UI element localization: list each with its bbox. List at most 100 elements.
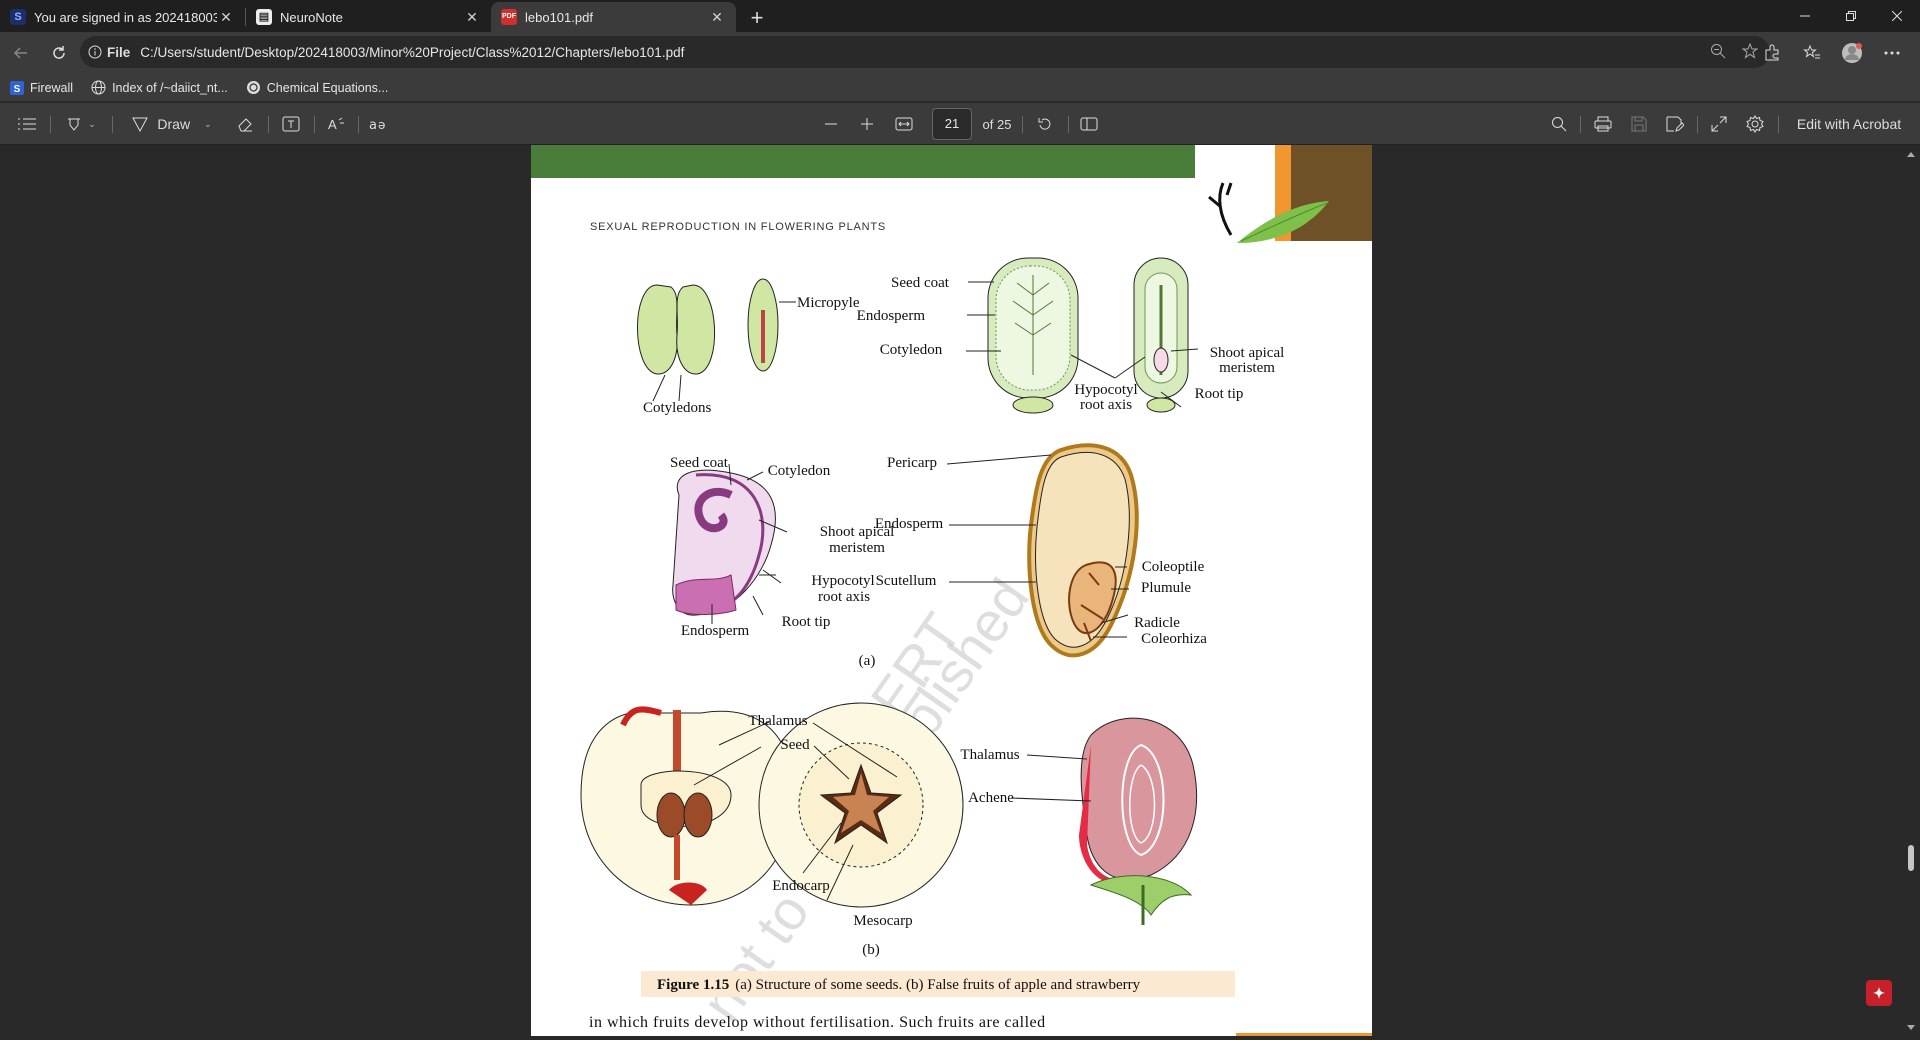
draw-button[interactable]: Draw ⌄: [124, 103, 219, 145]
save-as-icon: [1666, 116, 1684, 132]
full-screen-button[interactable]: [1704, 103, 1734, 145]
close-tab-icon[interactable]: ✕: [217, 9, 235, 26]
label-micropyle: Micropyle: [797, 295, 860, 311]
settings-button[interactable]: [1740, 103, 1770, 145]
label-seed-coat: Seed coat: [891, 275, 950, 291]
restore-icon: [1846, 11, 1856, 21]
profile-button[interactable]: [1834, 42, 1870, 64]
close-icon: [1892, 11, 1902, 21]
favorites-button[interactable]: [1794, 44, 1830, 62]
fit-to-page-button[interactable]: [889, 103, 919, 145]
text-box-icon: [282, 116, 300, 132]
pdf-toolbar: ⌄ Draw ⌄ A aə 21 of 25 Edit with Acrobat: [0, 103, 1920, 145]
printer-icon: [1594, 116, 1612, 132]
minimize-button[interactable]: [1782, 0, 1828, 32]
zoom-in-button[interactable]: [853, 103, 881, 145]
tab-pdf[interactable]: PDF lebo101.pdf ✕: [491, 2, 736, 32]
eraser-icon: [238, 118, 252, 132]
toolbar-divider: [1778, 116, 1779, 133]
chevron-down-icon: ⌄: [204, 118, 212, 129]
search-icon: [1552, 117, 1567, 132]
find-button[interactable]: [1544, 103, 1574, 145]
vertical-scrollbar[interactable]: [1902, 145, 1920, 1040]
label-mesocarp: Mesocarp: [853, 913, 912, 929]
pdf-viewer[interactable]: SEXUAL REPRODUCTION IN FLOWERING PLANTS …: [0, 145, 1920, 1040]
extensions-button[interactable]: [1754, 44, 1790, 62]
edit-with-acrobat-button[interactable]: Edit with Acrobat: [1786, 103, 1912, 145]
rotate-button[interactable]: [1030, 103, 1060, 145]
erase-button[interactable]: [230, 103, 260, 145]
chevron-down-icon: ⌄: [88, 118, 96, 129]
label-shoot-castor: Shoot apical: [1210, 345, 1285, 361]
header-green-band: [531, 145, 1195, 178]
browser-actions: [1754, 32, 1920, 74]
toolbar-divider: [50, 116, 51, 133]
close-tab-icon[interactable]: ✕: [463, 9, 481, 26]
acrobat-icon[interactable]: ✦: [1866, 980, 1892, 1006]
label-endosperm-maize: Endosperm: [875, 516, 944, 532]
pdf-file-icon: PDF: [501, 9, 517, 25]
translate-icon: aə: [369, 118, 385, 132]
label-scutellum: Scutellum: [876, 573, 937, 589]
label-endocarp: Endocarp: [772, 878, 829, 894]
highlight-button[interactable]: ⌄: [58, 103, 104, 145]
apple-transverse-illustration: [758, 702, 964, 908]
read-aloud-button[interactable]: A: [322, 103, 352, 145]
new-tab-button[interactable]: +: [742, 4, 772, 32]
translate-button[interactable]: aə: [364, 103, 394, 145]
strawberry-illustration: [1010, 717, 1198, 925]
label-hypocotyl-gram: Hypocotyl: [811, 573, 874, 589]
more-menu-button[interactable]: [1874, 51, 1910, 55]
back-button[interactable]: [4, 36, 38, 70]
site-info-button[interactable]: File: [88, 45, 130, 60]
svg-text:a: a: [369, 118, 377, 132]
tab-neuronote[interactable]: ▤ NeuroNote ✕: [246, 2, 491, 32]
scroll-down-arrow-icon[interactable]: [1907, 1025, 1915, 1030]
tab-sophos[interactable]: S You are signed in as 202418003 ✕: [0, 2, 245, 32]
label-hypocotyl-castor: Hypocotyl: [1074, 382, 1137, 398]
refresh-button[interactable]: [42, 36, 76, 70]
svg-text:ə: ə: [378, 118, 385, 132]
label-coleoptile: Coleoptile: [1142, 559, 1205, 575]
fit-width-icon: [895, 117, 913, 131]
scroll-up-arrow-icon[interactable]: [1907, 152, 1915, 157]
zoom-icon[interactable]: [1710, 43, 1726, 59]
minimize-icon: [1800, 15, 1810, 17]
puzzle-icon: [1765, 44, 1779, 61]
save-icon: [1631, 116, 1647, 132]
notebook-icon: ▤: [256, 9, 272, 25]
favorite-label: Firewall: [30, 80, 74, 95]
pdf-page: SEXUAL REPRODUCTION IN FLOWERING PLANTS …: [531, 145, 1372, 1036]
draw-label: Draw: [157, 116, 191, 132]
favorite-firewall[interactable]: S Firewall: [10, 80, 74, 95]
add-text-button[interactable]: [276, 103, 306, 145]
read-aloud-icon: A: [328, 117, 344, 132]
favorite-chemical[interactable]: Chemical Equations...: [246, 80, 389, 95]
save-button[interactable]: [1624, 103, 1654, 145]
close-tab-icon[interactable]: ✕: [708, 9, 726, 26]
page-view-button[interactable]: [1074, 103, 1104, 145]
bean-seed-illustration: [637, 278, 796, 402]
minus-icon: [825, 123, 837, 125]
print-button[interactable]: [1588, 103, 1618, 145]
pen-icon: [132, 117, 149, 133]
toolbar-divider: [268, 116, 269, 133]
running-head: SEXUAL REPRODUCTION IN FLOWERING PLANTS: [590, 221, 886, 233]
zoom-out-button[interactable]: [817, 103, 845, 145]
save-as-button[interactable]: [1660, 103, 1690, 145]
label-thalamus-apple: Thalamus: [748, 713, 807, 729]
globe-icon: [91, 80, 106, 95]
omnibox[interactable]: File C:/Users/student/Desktop/202418003/…: [80, 36, 1770, 68]
scrollbar-thumb[interactable]: [1908, 845, 1914, 871]
window-controls: [1782, 0, 1920, 32]
favorite-index[interactable]: Index of /~daiict_nt...: [91, 80, 228, 95]
restore-button[interactable]: [1828, 0, 1874, 32]
page-number-input[interactable]: 21: [932, 108, 972, 140]
header-brown-band: [1291, 145, 1372, 241]
close-window-button[interactable]: [1874, 0, 1920, 32]
favorite-label: Chemical Equations...: [266, 80, 389, 95]
label-pericarp: Pericarp: [887, 455, 937, 471]
scrollbar-track: [1907, 152, 1915, 1030]
contents-button[interactable]: [12, 103, 42, 145]
browser-window: S You are signed in as 202418003 ✕ ▤ Neu…: [0, 0, 1920, 1040]
